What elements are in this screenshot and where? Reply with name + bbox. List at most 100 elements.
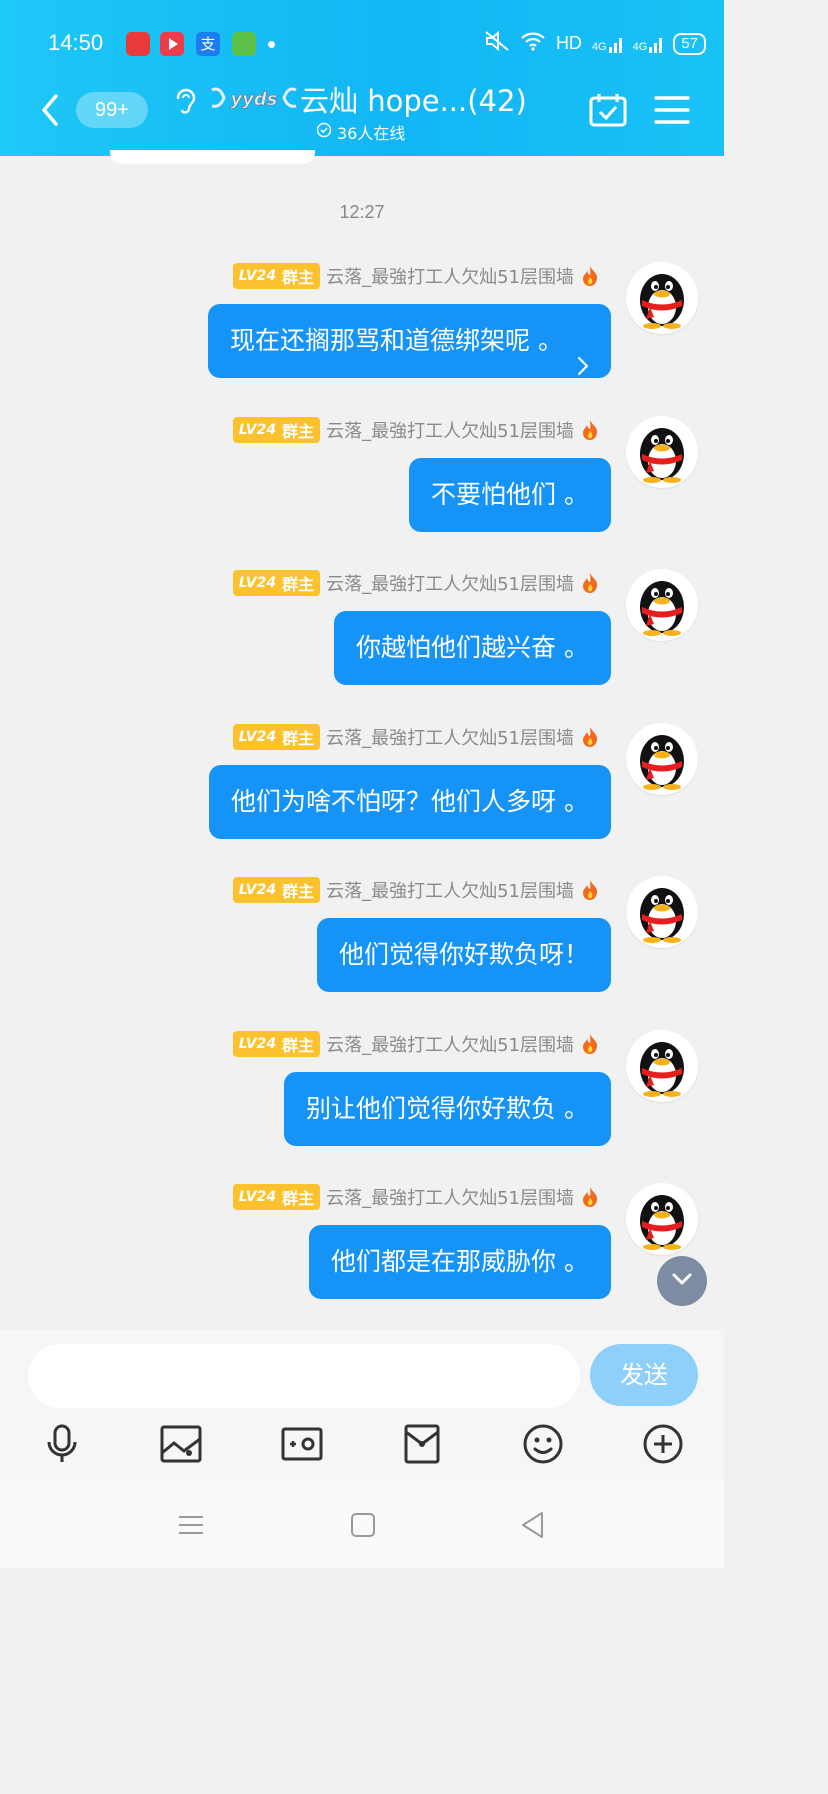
- camera-icon[interactable]: [280, 1422, 324, 1466]
- message-text: 他们为啥不怕呀？他们人多呀 。: [231, 787, 589, 816]
- sender-line: LV24 群主 云落_最強打工人欠灿51层围墙: [232, 1183, 600, 1211]
- message-text: 他们觉得你好欺负呀！: [338, 940, 589, 969]
- role-label: 群主: [282, 729, 315, 748]
- message-bubble[interactable]: 你越怕他们越兴奋 。: [334, 611, 611, 685]
- sender-line: LV24 群主 云落_最強打工人欠灿51层围墙: [232, 1030, 600, 1058]
- level-number: LV24: [238, 1189, 277, 1205]
- ear-mode-icon[interactable]: [172, 86, 198, 116]
- recent-apps-icon[interactable]: [176, 1510, 206, 1540]
- message-text: 别让他们觉得你好欺负 。: [306, 1094, 589, 1123]
- avatar[interactable]: [626, 1030, 698, 1102]
- avatar[interactable]: [626, 1183, 698, 1255]
- online-check-icon: [316, 122, 332, 142]
- role-label: 群主: [282, 422, 315, 441]
- online-status[interactable]: 36人在线: [316, 120, 405, 144]
- avatar[interactable]: [626, 876, 698, 948]
- sender-nickname[interactable]: 云落_最強打工人欠灿51层围墙: [326, 570, 574, 596]
- scroll-to-bottom-button[interactable]: [657, 1256, 707, 1306]
- sender-line: LV24 群主 云落_最強打工人欠灿51层围墙: [232, 569, 600, 597]
- message-bubble[interactable]: 不要怕他们 。: [409, 458, 611, 532]
- sender-line: LV24 群主 云落_最強打工人欠灿51层围墙: [232, 723, 600, 751]
- online-count: 36人在线: [337, 124, 406, 143]
- send-button[interactable]: 发送: [590, 1344, 698, 1406]
- network-type: HD: [555, 33, 582, 53]
- message-input[interactable]: [28, 1344, 580, 1408]
- level-badge: LV24 群主: [232, 263, 321, 289]
- chevron-down-icon: [670, 1271, 694, 1291]
- sender-nickname[interactable]: 云落_最強打工人欠灿51层围墙: [326, 1184, 574, 1210]
- role-label: 群主: [282, 882, 315, 901]
- level-number: LV24: [238, 422, 277, 438]
- back-icon[interactable]: [36, 92, 66, 128]
- signal-icon-1: 4G: [592, 35, 623, 53]
- more-notifications-icon: [268, 41, 275, 48]
- time-separator: 12:27: [339, 202, 385, 222]
- fire-icon: [580, 1033, 600, 1055]
- avatar[interactable]: [626, 262, 698, 334]
- message-bubble[interactable]: 他们都是在那威胁你 。: [309, 1225, 611, 1299]
- message-text: 现在还搁那骂和道德绑架呢 。: [230, 326, 563, 355]
- level-number: LV24: [238, 268, 277, 284]
- calendar-checkin-icon[interactable]: [588, 92, 628, 128]
- fire-icon: [580, 419, 600, 441]
- level-number: LV24: [238, 575, 277, 591]
- plus-icon[interactable]: [641, 1422, 685, 1466]
- avatar[interactable]: [626, 723, 698, 795]
- input-area: 发送: [0, 1330, 724, 1480]
- previous-message-edge: [110, 150, 315, 164]
- status-time: 14:50: [48, 30, 104, 55]
- level-badge: LV24 群主: [232, 570, 321, 596]
- video-app-icon: [160, 32, 184, 56]
- back-nav-icon[interactable]: [518, 1510, 548, 1540]
- level-badge: LV24 群主: [232, 1184, 321, 1210]
- sender-line: LV24 群主 云落_最強打工人欠灿51层围墙: [232, 876, 600, 904]
- fire-icon: [580, 265, 600, 287]
- microphone-icon[interactable]: [40, 1422, 84, 1466]
- status-bar: 14:50 支 HD 4G 4G 57: [0, 22, 724, 66]
- red-packet-icon[interactable]: [400, 1422, 444, 1466]
- fire-icon: [580, 879, 600, 901]
- message-bubble[interactable]: 现在还搁那骂和道德绑架呢 。: [208, 304, 611, 378]
- fire-icon: [580, 572, 600, 594]
- message-text: 他们都是在那威胁你 。: [331, 1247, 589, 1276]
- level-badge: LV24 群主: [232, 1031, 321, 1057]
- level-number: LV24: [238, 729, 277, 745]
- avatar[interactable]: [626, 416, 698, 488]
- fire-icon: [580, 726, 600, 748]
- level-badge: LV24 群主: [232, 877, 321, 903]
- android-app-icon: [232, 32, 256, 56]
- unread-badge[interactable]: 99+: [76, 92, 148, 128]
- fire-icon: [580, 1186, 600, 1208]
- level-number: LV24: [238, 1036, 277, 1052]
- sender-nickname[interactable]: 云落_最強打工人欠灿51层围墙: [326, 417, 574, 443]
- sender-nickname[interactable]: 云落_最強打工人欠灿51层围墙: [326, 724, 574, 750]
- svg-text:yyds: yyds: [230, 89, 277, 110]
- home-icon[interactable]: [348, 1510, 378, 1540]
- avatar[interactable]: [626, 569, 698, 641]
- message-bubble[interactable]: 他们为啥不怕呀？他们人多呀 。: [209, 765, 611, 839]
- message-text: 不要怕他们 。: [431, 480, 589, 509]
- level-badge: LV24 群主: [232, 417, 321, 443]
- alipay-icon: 支: [196, 32, 220, 56]
- role-label: 群主: [282, 1189, 315, 1208]
- level-number: LV24: [238, 882, 277, 898]
- chat-title[interactable]: 云灿 hope...(42): [300, 78, 527, 120]
- role-label: 群主: [282, 1036, 315, 1055]
- system-navigation-bar: [0, 1480, 724, 1568]
- chevron-right-icon: [577, 331, 589, 376]
- level-badge: LV24 群主: [232, 724, 321, 750]
- message-bubble[interactable]: 他们觉得你好欺负呀！: [316, 918, 611, 992]
- message-bubble[interactable]: 别让他们觉得你好欺负 。: [284, 1072, 611, 1146]
- sender-nickname[interactable]: 云落_最強打工人欠灿51层围墙: [326, 263, 574, 289]
- signal-icon-2: 4G: [633, 35, 664, 53]
- battery-indicator: 57: [673, 32, 706, 55]
- mute-icon: [484, 30, 510, 57]
- image-icon[interactable]: [159, 1422, 203, 1466]
- yyds-group-tag: yyds: [210, 82, 298, 114]
- emoji-icon[interactable]: [521, 1422, 565, 1466]
- app-notification-icon-1: [126, 32, 150, 56]
- sender-nickname[interactable]: 云落_最強打工人欠灿51层围墙: [326, 1031, 574, 1057]
- wifi-icon: [520, 31, 546, 56]
- sender-nickname[interactable]: 云落_最強打工人欠灿51层围墙: [326, 877, 574, 903]
- menu-icon[interactable]: [654, 94, 690, 126]
